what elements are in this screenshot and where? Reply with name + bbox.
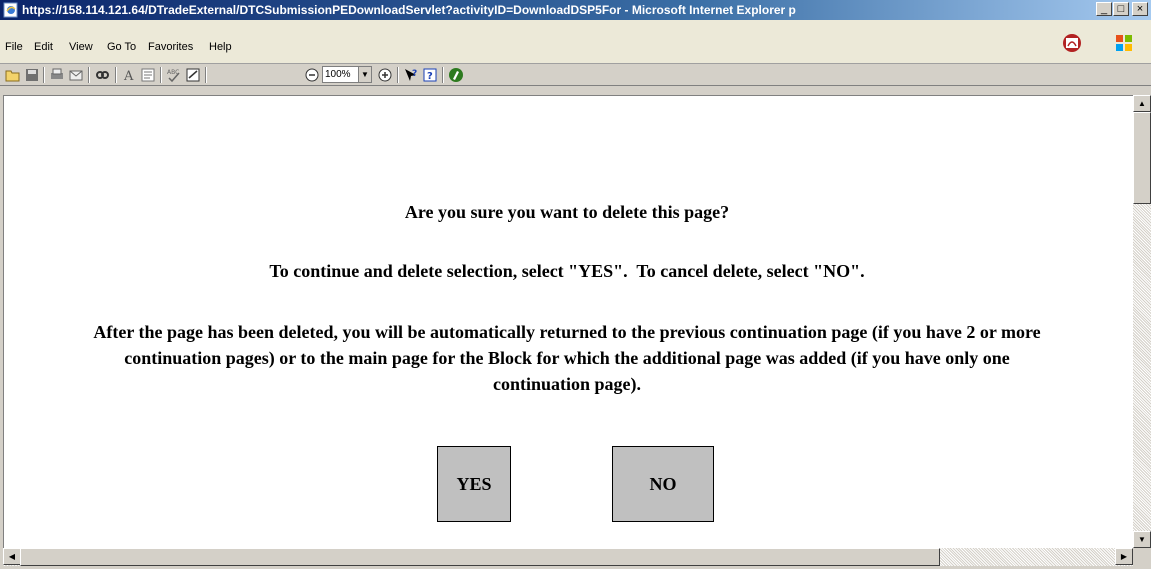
maximize-button[interactable]: □ <box>1113 2 1129 16</box>
zoom-out-icon[interactable] <box>304 67 320 83</box>
zoom-select[interactable]: 100% ▼ <box>322 66 372 83</box>
svg-text:?: ? <box>427 71 433 82</box>
zoom-in-icon[interactable] <box>377 67 393 83</box>
size-grip[interactable] <box>1133 548 1151 566</box>
markup-icon[interactable] <box>185 67 201 83</box>
toolbar-separator <box>442 67 444 83</box>
toolbar-separator <box>43 67 45 83</box>
toolbar-separator <box>397 67 399 83</box>
scroll-right-icon[interactable]: ▶ <box>1115 548 1133 565</box>
scroll-left-icon[interactable]: ◀ <box>3 548 21 565</box>
adobe-online-icon[interactable] <box>448 67 464 83</box>
no-button[interactable]: NO <box>612 446 714 522</box>
vertical-scrollbar[interactable]: ▲ ▼ <box>1133 95 1151 548</box>
toolbar-separator <box>205 67 207 83</box>
acrobat-toolbar: A ABC 100% ▼ ? ? <box>0 64 1151 86</box>
svg-text:?: ? <box>412 69 417 79</box>
menu-edit[interactable]: Edit <box>34 41 53 53</box>
after-delete-note: After the page has been deleted, you wil… <box>4 319 1130 397</box>
yes-button[interactable]: YES <box>437 446 511 522</box>
toolbar-separator <box>88 67 90 83</box>
ie-page-icon <box>3 2 18 18</box>
menu-favorites[interactable]: Favorites <box>148 41 193 53</box>
minimize-button[interactable]: _ <box>1096 2 1112 16</box>
scroll-up-icon[interactable]: ▲ <box>1133 95 1151 112</box>
windows-logo-icon <box>1116 35 1132 51</box>
vertical-scroll-thumb[interactable] <box>1133 112 1151 204</box>
toolbar-separator <box>160 67 162 83</box>
save-icon[interactable] <box>24 67 40 83</box>
zoom-value: 100% <box>325 69 351 80</box>
menu-help[interactable]: Help <box>209 41 232 53</box>
title-bar[interactable]: https://158.114.121.64/DTradeExternal/DT… <box>0 0 1151 20</box>
select-text-icon[interactable] <box>140 67 156 83</box>
text-tool-icon[interactable]: A <box>121 67 137 83</box>
menu-go-to[interactable]: Go To <box>107 41 136 53</box>
svg-text:A: A <box>123 69 134 83</box>
find-icon[interactable] <box>94 67 110 83</box>
document-view: Are you sure you want to delete this pag… <box>3 95 1133 548</box>
close-button[interactable]: × <box>1132 2 1148 16</box>
menu-view[interactable]: View <box>69 41 93 53</box>
horizontal-scrollbar[interactable]: ◀ ▶ <box>3 548 1133 566</box>
window-title: https://158.114.121.64/DTradeExternal/DT… <box>22 3 796 17</box>
scroll-down-icon[interactable]: ▼ <box>1133 531 1151 548</box>
help-icon[interactable]: ? <box>422 67 438 83</box>
after-delete-text: After the page has been deleted, you wil… <box>93 322 1041 394</box>
horizontal-scroll-thumb[interactable] <box>20 548 940 566</box>
delete-instruction: To continue and delete selection, select… <box>269 261 865 281</box>
whats-this-icon[interactable]: ? <box>403 67 419 83</box>
delete-question: Are you sure you want to delete this pag… <box>404 202 730 222</box>
email-icon[interactable] <box>68 67 84 83</box>
acrobat-icon[interactable] <box>1061 32 1083 54</box>
browser-window: https://158.114.121.64/DTradeExternal/DT… <box>0 0 1151 569</box>
print-icon[interactable] <box>49 67 65 83</box>
open-folder-icon[interactable] <box>5 67 21 83</box>
toolbar-separator <box>115 67 117 83</box>
spell-check-icon[interactable]: ABC <box>166 67 182 83</box>
chevron-down-icon[interactable]: ▼ <box>358 67 371 82</box>
menu-bar: File Edit View Go To Favorites Help <box>0 20 1151 64</box>
menu-file[interactable]: File <box>5 41 23 53</box>
